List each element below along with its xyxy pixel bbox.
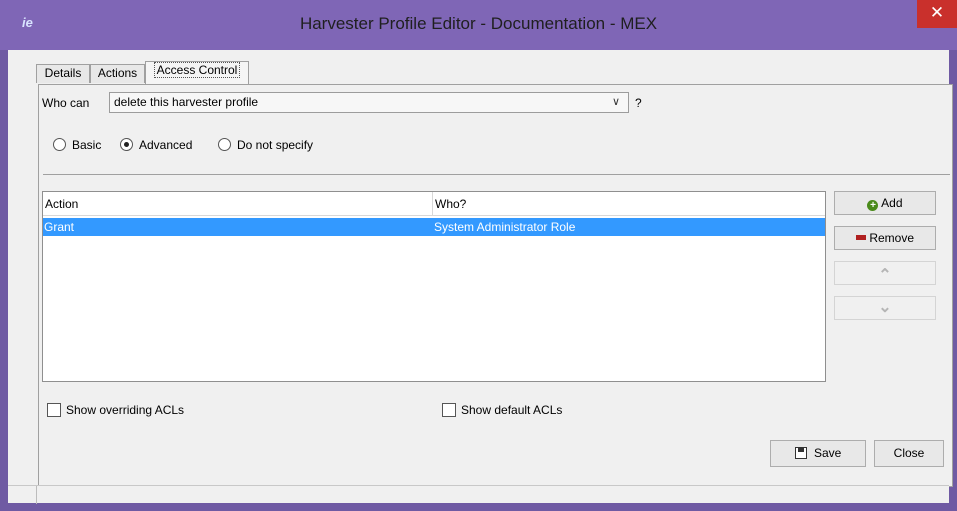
tab-label: Access Control bbox=[153, 62, 241, 78]
cell-who: System Administrator Role bbox=[434, 220, 576, 234]
permission-dropdown-value: delete this harvester profile bbox=[114, 95, 259, 109]
show-overriding-acls-checkbox[interactable] bbox=[47, 403, 61, 417]
help-label: ? bbox=[635, 96, 642, 110]
chevron-down-icon: ⌄ bbox=[878, 299, 892, 316]
save-button-label: Save bbox=[813, 446, 842, 460]
minus-icon bbox=[855, 235, 866, 240]
tab-access-control[interactable]: Access Control bbox=[145, 61, 249, 84]
close-button[interactable]: Close bbox=[874, 440, 944, 467]
tab-actions[interactable]: Actions bbox=[90, 64, 145, 83]
move-down-button[interactable]: ⌄ bbox=[834, 296, 936, 320]
status-divider bbox=[36, 486, 37, 504]
application-window: ie Harvester Profile Editor - Documentat… bbox=[0, 0, 957, 511]
tab-details[interactable]: Details bbox=[36, 64, 90, 83]
tab-label: Details bbox=[44, 66, 82, 80]
save-button[interactable]: Save bbox=[770, 440, 866, 467]
radio-basic[interactable] bbox=[53, 138, 66, 151]
column-header-action[interactable]: Action bbox=[43, 192, 433, 216]
separator bbox=[43, 174, 950, 175]
radio-advanced-label: Advanced bbox=[139, 138, 193, 152]
dialog-body: Details Actions Access Control Who can d… bbox=[8, 50, 953, 503]
move-up-button[interactable]: ⌃ bbox=[834, 261, 936, 285]
remove-button-label: Remove bbox=[869, 231, 915, 245]
add-button[interactable]: + Add bbox=[834, 191, 936, 215]
permission-dropdown[interactable]: delete this harvester profile ∨ bbox=[109, 92, 629, 113]
chevron-down-icon: ∨ bbox=[611, 96, 620, 108]
radio-do-not-specify[interactable] bbox=[218, 138, 231, 151]
close-button-label: Close bbox=[893, 446, 925, 460]
access-control-panel: Who can delete this harvester profile ∨ … bbox=[38, 84, 953, 487]
show-default-acls-label: Show default ACLs bbox=[461, 403, 563, 417]
show-default-acls-checkbox[interactable] bbox=[442, 403, 456, 417]
column-header-who[interactable]: Who? bbox=[433, 192, 825, 216]
status-bar bbox=[8, 485, 949, 504]
show-overriding-acls-label: Show overriding ACLs bbox=[66, 403, 185, 417]
remove-button[interactable]: Remove bbox=[834, 226, 936, 250]
radio-do-not-specify-label: Do not specify bbox=[237, 138, 314, 152]
tab-label: Actions bbox=[97, 66, 138, 80]
add-button-label: Add bbox=[881, 196, 903, 210]
cell-action: Grant bbox=[44, 220, 75, 234]
who-can-label: Who can bbox=[42, 96, 90, 110]
radio-basic-label: Basic bbox=[72, 138, 102, 152]
radio-advanced[interactable] bbox=[120, 138, 133, 151]
save-icon bbox=[794, 447, 807, 459]
title-bar[interactable]: ie Harvester Profile Editor - Documentat… bbox=[0, 0, 957, 50]
table-row[interactable]: Grant System Administrator Role bbox=[43, 218, 825, 236]
chevron-up-icon: ⌃ bbox=[878, 267, 892, 284]
window-close-button[interactable]: ✕ bbox=[917, 0, 957, 28]
acl-table[interactable]: Action Who? Grant System Administrator R… bbox=[42, 191, 826, 382]
plus-icon: + bbox=[867, 200, 879, 211]
window-title: Harvester Profile Editor - Documentation… bbox=[299, 14, 658, 33]
